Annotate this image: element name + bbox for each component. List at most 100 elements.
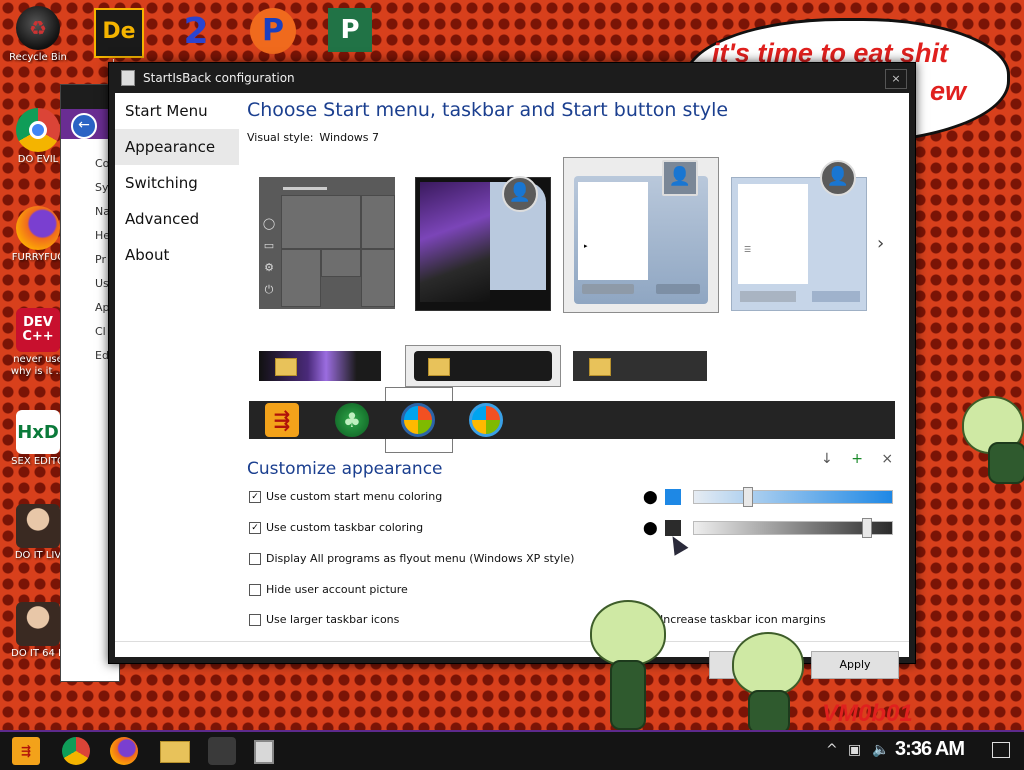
option-larger-taskbar-icons[interactable]: Use larger taskbar icons (249, 613, 399, 626)
number-two-icon: 2 (183, 11, 209, 52)
customize-tools: ↓ + × (821, 451, 907, 467)
apply-button[interactable]: Apply (811, 651, 899, 679)
dialog-titlebar[interactable]: StartIsBack configuration × (109, 63, 915, 93)
visual-style-label: Visual style: (247, 131, 314, 144)
slider-thumb[interactable] (862, 518, 872, 538)
firefox-icon (16, 206, 60, 250)
back-arrow-icon[interactable]: ← (71, 113, 97, 139)
checkbox[interactable] (249, 583, 261, 596)
remove-icon[interactable]: × (881, 451, 893, 467)
user-avatar-icon: 👤 (502, 176, 538, 212)
color-drop-icon: ⬤ (643, 489, 658, 505)
checkbox[interactable]: ✓ (249, 490, 261, 503)
notifications-icon[interactable] (992, 742, 1010, 758)
volume-icon[interactable]: 🔈 (872, 742, 889, 758)
hxd-icon: HxD (16, 410, 60, 454)
clover-orb-icon[interactable]: ♣ (335, 403, 369, 437)
start-button-icon[interactable]: ⇶ (12, 737, 40, 765)
portrait-icon (16, 504, 60, 548)
start-menu-opacity-slider[interactable] (693, 487, 893, 507)
page-title: Choose Start menu, taskbar and Start but… (247, 99, 729, 121)
nav-switching[interactable]: Switching (115, 165, 239, 201)
option-label: Increase taskbar icon margins (660, 613, 826, 626)
checkbox[interactable]: ✓ (249, 521, 261, 534)
download-icon[interactable]: ↓ (821, 451, 833, 467)
checkbox[interactable] (249, 613, 261, 626)
windows7-orb-icon[interactable] (401, 403, 435, 437)
peridot-character-3 (958, 396, 1024, 486)
taskbar-style-3[interactable] (573, 351, 707, 381)
folder-icon (275, 358, 297, 376)
shutdown-button-icon (812, 291, 860, 302)
folder-taskbar-icon[interactable] (160, 741, 190, 763)
clock[interactable]: 3:36 AM (895, 738, 965, 761)
shutdown-button-icon (656, 284, 700, 294)
option-label: Use custom start menu coloring (266, 490, 443, 503)
option-label: Use larger taskbar icons (266, 613, 400, 626)
taskbar: ⇶ ^ ▣ 🔈 3:36 AM (0, 730, 1024, 770)
watermark-text: VM0b01 (822, 700, 913, 727)
nav-start-menu[interactable]: Start Menu (115, 93, 239, 129)
portrait-icon (16, 602, 60, 646)
color-drop-icon: ⬤ (643, 520, 658, 536)
taskbar-style-1[interactable] (259, 351, 381, 381)
detective-icon: De (102, 19, 136, 44)
window-taskbar-icon[interactable] (254, 740, 274, 764)
user-avatar-icon: 👤 (820, 160, 856, 196)
folder-icon (428, 358, 450, 376)
desktop-icon-two[interactable]: 2 (174, 10, 218, 54)
start-orb-bar: ⇶ ♣ (249, 401, 895, 439)
nav-about[interactable]: About (115, 237, 239, 273)
option-flyout-all-programs[interactable]: Display All programs as flyout menu (Win… (249, 552, 574, 565)
app-taskbar-icon[interactable] (208, 737, 236, 765)
chevron-up-icon[interactable]: ^ (826, 742, 838, 758)
visual-style-value: Windows 7 (319, 131, 380, 144)
project-icon: P (340, 15, 360, 45)
style-thumb-windows-vista[interactable]: ☰ 👤 (731, 160, 867, 311)
option-label: Hide user account picture (266, 583, 408, 596)
slider-thumb[interactable] (743, 487, 753, 507)
start-menu-color-swatch[interactable] (665, 489, 681, 505)
appearance-panel: Choose Start menu, taskbar and Start but… (247, 93, 909, 626)
add-icon[interactable]: + (851, 451, 863, 467)
gear-icon: ⚙ (264, 261, 274, 274)
desktop-icon-recycle-bin[interactable]: ♻ Recycle Bin (4, 6, 72, 64)
folder-icon: ▭ (263, 239, 275, 252)
desktop-icon-label: Recycle Bin (9, 52, 67, 63)
desktop-icon-project[interactable]: P (328, 8, 372, 52)
style-thumb-custom[interactable]: 👤 (415, 176, 551, 311)
chrome-taskbar-icon[interactable] (62, 737, 90, 765)
recycle-bin-icon: ♻ (16, 6, 60, 50)
startisback-orb-icon[interactable]: ⇶ (265, 403, 299, 437)
desktop-icon-p[interactable]: P (250, 8, 296, 54)
peridot-character-1 (588, 600, 668, 730)
style-thumb-windows7-selected[interactable]: ▸ 👤 (563, 157, 719, 313)
option-hide-user-picture[interactable]: Hide user account picture (249, 583, 408, 596)
style-thumb-windows10[interactable]: ◯ ▭ ⚙ ⏻ (259, 177, 395, 309)
taskbar-style-2-selected[interactable] (405, 345, 561, 387)
checkbox[interactable] (249, 552, 261, 565)
network-icon[interactable]: ▣ (848, 742, 861, 758)
devcpp-icon: DEV C++ (16, 308, 60, 352)
option-custom-taskbar-coloring[interactable]: ✓ Use custom taskbar coloring (249, 521, 423, 534)
firefox-taskbar-icon[interactable] (110, 737, 138, 765)
anime-art-image (420, 182, 490, 302)
folder-icon (589, 358, 611, 376)
user-avatar-icon: 👤 (662, 160, 698, 196)
windows-vista-orb-icon[interactable] (469, 403, 503, 437)
option-custom-start-menu-coloring[interactable]: ✓ Use custom start menu coloring (249, 490, 442, 503)
app-window-icon (121, 70, 135, 86)
desktop-icon-detective[interactable]: De (94, 8, 144, 58)
dialog-client-area: Start Menu Appearance Switching Advanced… (115, 93, 909, 679)
taskbar-opacity-slider[interactable] (693, 518, 893, 538)
dialog-title: StartIsBack configuration (143, 71, 295, 85)
close-button[interactable]: × (885, 69, 907, 89)
chevron-right-icon[interactable]: › (877, 233, 884, 254)
p-app-icon: P (262, 13, 284, 48)
option-taskbar-icon-margins[interactable]: Increase taskbar icon margins (643, 613, 826, 626)
startisback-config-dialog[interactable]: StartIsBack configuration × Start Menu A… (108, 62, 916, 679)
user-icon: ◯ (262, 217, 276, 230)
nav-appearance[interactable]: Appearance (115, 129, 239, 165)
power-icon: ⏻ (264, 283, 274, 296)
nav-advanced[interactable]: Advanced (115, 201, 239, 237)
